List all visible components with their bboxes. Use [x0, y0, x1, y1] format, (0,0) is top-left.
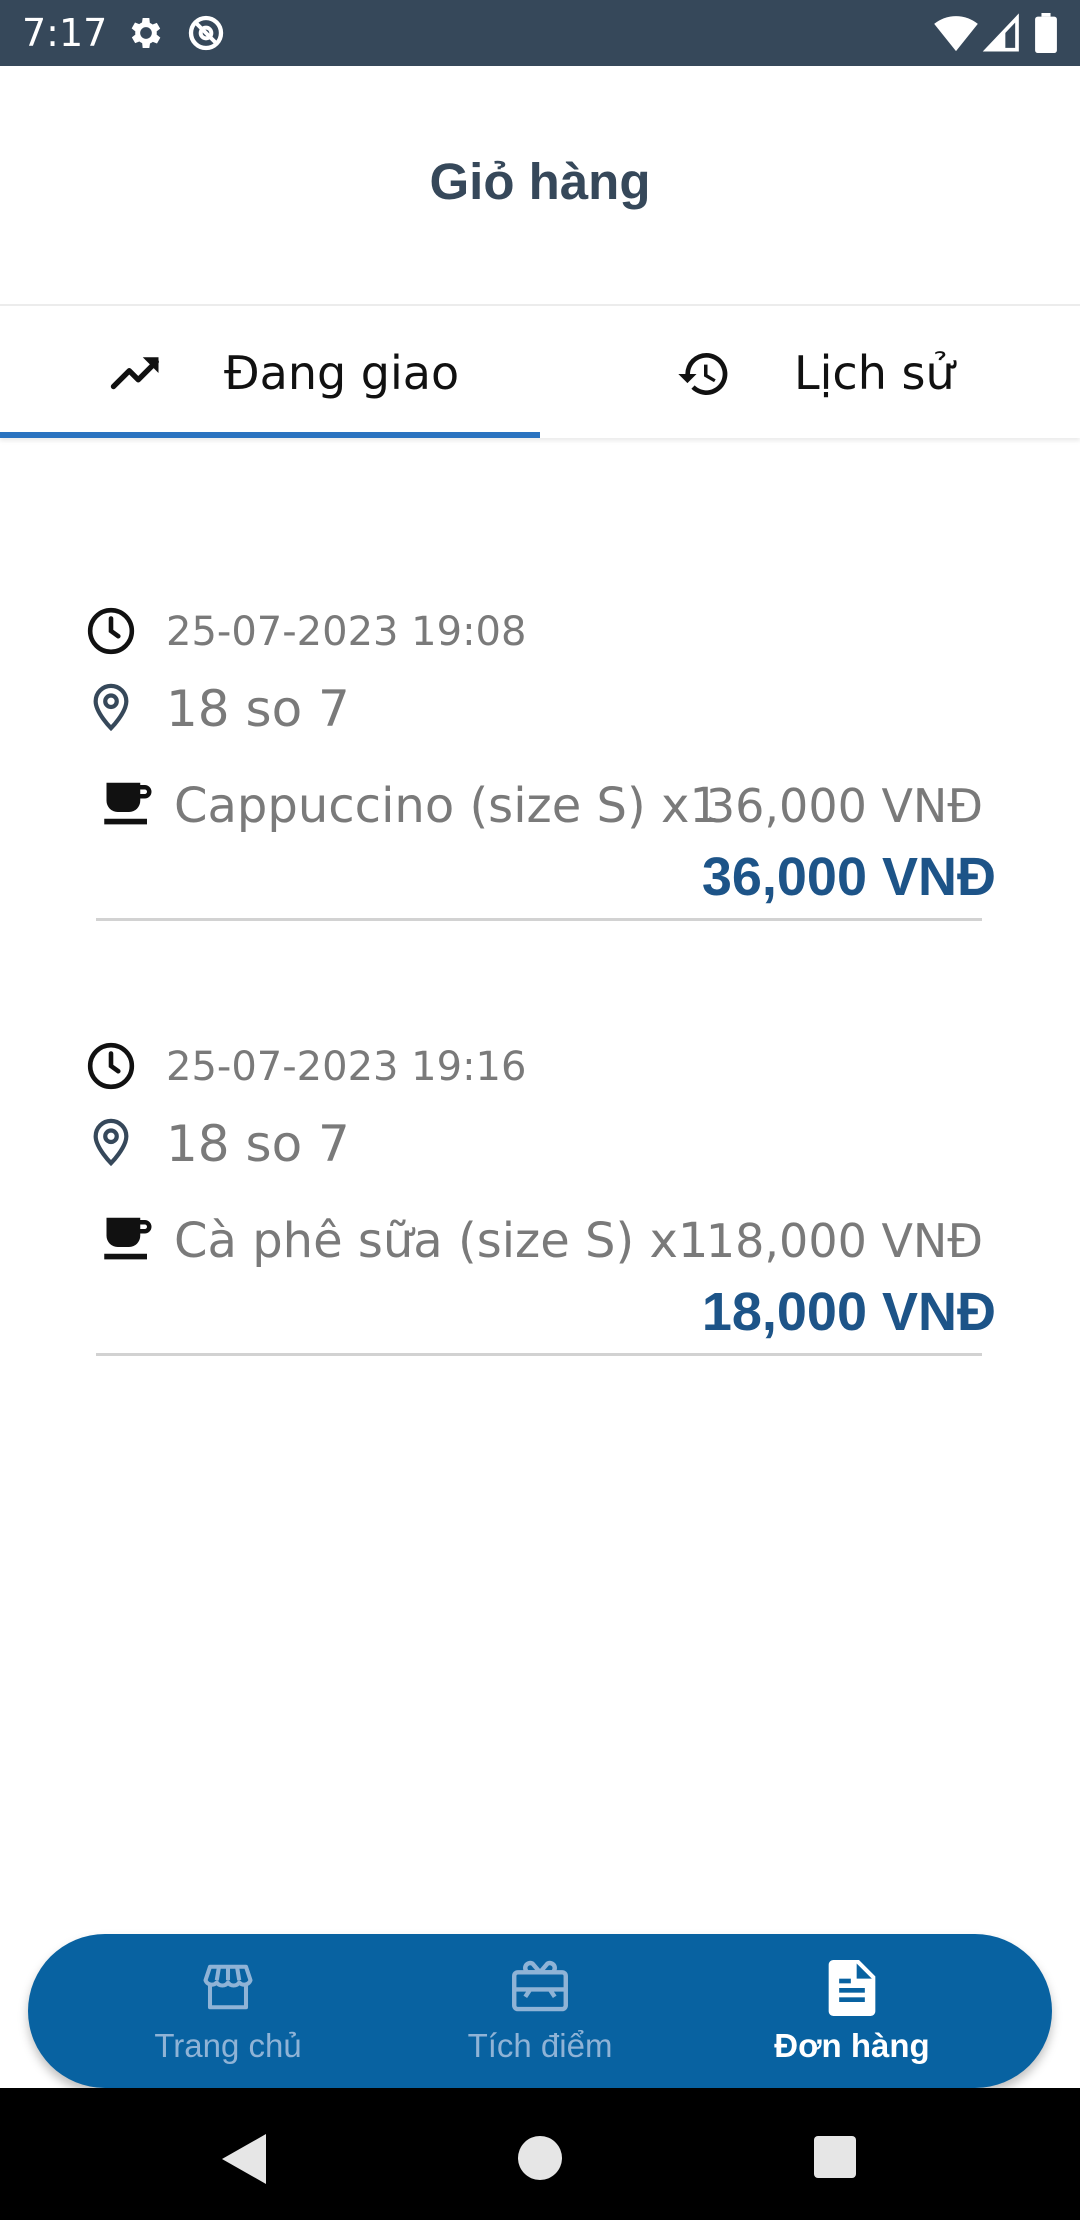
bottom-nav: Trang chủ Tích điểm Đơn hàng [28, 1934, 1052, 2088]
system-nav-bar [0, 2088, 1080, 2220]
header: Giỏ hàng [0, 66, 1080, 306]
nav-label: Đơn hàng [774, 2027, 930, 2064]
document-icon [828, 1960, 876, 2021]
order-total: 18,000 VNĐ [701, 1282, 996, 1342]
order-datetime: 25-07-2023 19:08 [166, 609, 527, 655]
nav-item-home[interactable]: Trang chủ [58, 1934, 398, 2088]
back-icon[interactable] [222, 2134, 266, 2189]
coffee-cup-icon [102, 1213, 156, 1268]
wifi-icon [934, 13, 978, 58]
tab-bar: Đang giao Lịch sử [0, 306, 1080, 438]
order-item-name: Cà phê sữa (size S) x1 [174, 1213, 709, 1269]
order-item-price: 18,000 VNĐ [705, 1214, 983, 1268]
divider [96, 1353, 982, 1356]
location-pin-icon [88, 1117, 134, 1172]
nav-label: Tích điểm [467, 2027, 613, 2064]
order-item-name: Cappuccino (size S) x1 [174, 778, 720, 834]
location-pin-icon [88, 682, 134, 737]
nav-label: Trang chủ [154, 2027, 302, 2064]
order-datetime: 25-07-2023 19:16 [166, 1044, 527, 1090]
divider [96, 918, 982, 921]
signal-icon [982, 13, 1022, 58]
tab-history[interactable]: Lịch sử [540, 306, 1080, 438]
trending-up-icon [106, 346, 166, 405]
order-address: 18 so 7 [166, 1115, 350, 1173]
settings-icon [126, 13, 166, 58]
store-icon [200, 1960, 256, 2019]
coffee-cup-icon [102, 778, 156, 833]
active-tab-indicator [0, 432, 540, 438]
clock-icon [86, 606, 136, 661]
recents-icon[interactable] [814, 2136, 856, 2183]
tab-delivering[interactable]: Đang giao [0, 306, 540, 438]
status-bar: 7:17 [0, 0, 1080, 66]
order-total: 36,000 VNĐ [701, 847, 996, 907]
tab-label: Đang giao [224, 346, 460, 400]
nav-item-rewards[interactable]: Tích điểm [370, 1934, 710, 2088]
at-sign-icon [186, 13, 226, 58]
nav-item-orders[interactable]: Đơn hàng [682, 1934, 1022, 2088]
order-address: 18 so 7 [166, 680, 350, 738]
home-icon[interactable] [518, 2136, 562, 2185]
tab-label: Lịch sử [794, 346, 955, 400]
order-item-price: 36,000 VNĐ [705, 779, 983, 833]
history-icon [674, 346, 734, 407]
page-title: Giỏ hàng [429, 153, 651, 210]
gift-card-icon [510, 1960, 570, 2019]
battery-icon [1034, 13, 1058, 58]
clock-icon [86, 1041, 136, 1096]
status-time: 7:17 [22, 11, 108, 55]
